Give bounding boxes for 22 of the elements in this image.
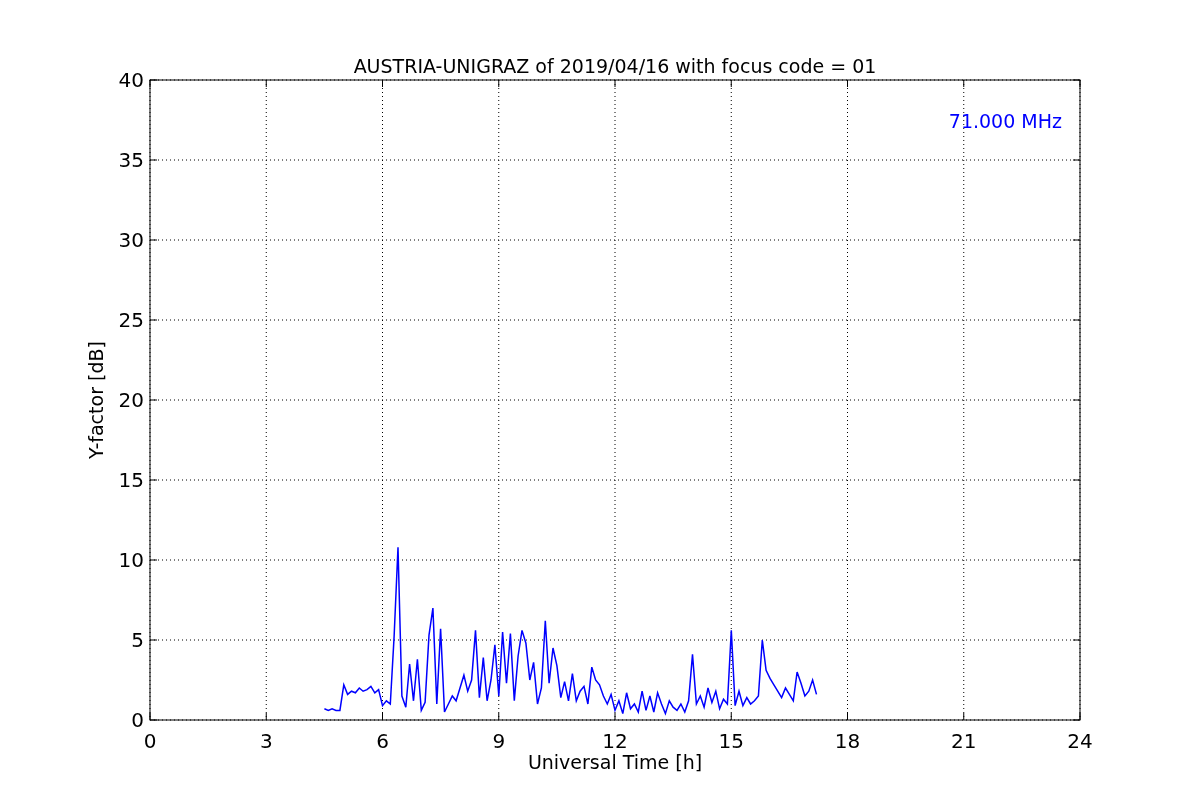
tick-label: 12 — [602, 729, 628, 753]
tick-label: 9 — [492, 729, 506, 753]
tick-label: 24 — [1067, 729, 1093, 753]
tick-label: 6 — [376, 729, 389, 753]
tick-label: 0 — [131, 708, 144, 732]
tick-label: 15 — [118, 468, 144, 492]
axis-title: Y-factor [dB] — [85, 341, 107, 459]
tick-label: 25 — [118, 308, 144, 332]
frequency-label: 71.000 MHz — [948, 110, 1062, 132]
tick-label: 21 — [951, 729, 977, 753]
tick-label: 15 — [718, 729, 744, 753]
tick-label: 3 — [259, 729, 273, 753]
tick-label: 10 — [118, 548, 144, 572]
tick-label: 40 — [118, 68, 144, 92]
tick-label: 35 — [118, 148, 144, 172]
tick-label: 18 — [834, 729, 861, 753]
tick-label: 5 — [131, 628, 144, 652]
axis-title: Universal Time [h] — [527, 751, 703, 773]
tick-label: 0 — [143, 729, 157, 753]
chart-title: AUSTRIA-UNIGRAZ of 2019/04/16 with focus code = 01 — [353, 55, 877, 77]
tick-label: 30 — [118, 228, 144, 252]
tick-label: 20 — [118, 388, 144, 412]
